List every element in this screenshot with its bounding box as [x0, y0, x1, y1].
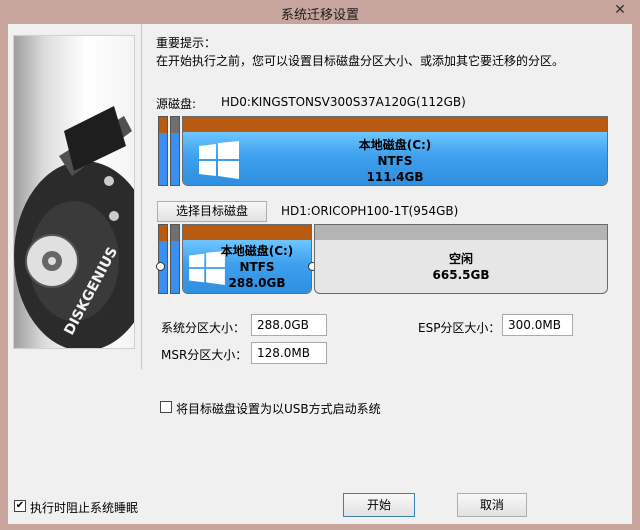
usb-boot-checkbox[interactable]: [160, 401, 172, 413]
target-partition-c[interactable]: 本地磁盘(C:) NTFS 288.0GB: [182, 224, 312, 294]
target-partition-fs: NTFS: [239, 260, 275, 274]
notice-text: 在开始执行之前，您可以设置目标磁盘分区大小、或添加其它要迁移的分区。: [156, 54, 565, 68]
source-partition-name: 本地磁盘(C:): [358, 138, 432, 152]
source-disk-name: HD0:KINGSTONSV300S37A120G(112GB): [221, 95, 466, 109]
free-space-size: 665.5GB: [432, 268, 490, 282]
source-small-partition-1[interactable]: [158, 116, 168, 186]
source-partition-fs: NTFS: [377, 154, 413, 168]
resize-handle-left-icon[interactable]: [156, 262, 165, 271]
prevent-sleep-label[interactable]: 执行时阻止系统睡眠: [30, 499, 138, 516]
system-size-input[interactable]: 288.0GB: [251, 314, 327, 336]
source-disk-map: 本地磁盘(C:) NTFS 111.4GB: [158, 116, 608, 186]
hard-drive-illustration: DISKGENIUS: [14, 106, 134, 348]
target-small-partition-2[interactable]: [170, 224, 180, 294]
msr-size-label: MSR分区大小：: [161, 348, 248, 362]
window-title: 系统迁移设置: [280, 8, 359, 23]
esp-size-label: ESP分区大小：: [418, 321, 501, 335]
select-target-disk-button[interactable]: 选择目标磁盘: [157, 201, 267, 222]
source-partition-c[interactable]: 本地磁盘(C:) NTFS 111.4GB: [182, 116, 608, 186]
prevent-sleep-checkbox[interactable]: ✔: [14, 500, 26, 512]
dialog-body: DISKGENIUS 重要提示： 在开始执行之前，您可以设置目标磁盘分区大小、或…: [8, 24, 632, 524]
target-free-space[interactable]: 空闲 665.5GB: [314, 224, 608, 294]
free-space-name: 空闲: [448, 252, 473, 266]
target-disk-name: HD1:ORICOPH100-1T(954GB): [281, 204, 459, 218]
msr-size-input[interactable]: 128.0MB: [251, 342, 327, 364]
source-disk-label: 源磁盘:: [156, 97, 197, 111]
source-partition-size: 111.4GB: [366, 170, 424, 184]
usb-boot-label[interactable]: 将目标磁盘设置为以USB方式启动系统: [176, 400, 381, 417]
close-button[interactable]: ✕: [600, 0, 640, 22]
source-small-partition-2[interactable]: [170, 116, 180, 186]
vertical-divider: [141, 24, 142, 369]
target-partition-name: 本地磁盘(C:): [220, 244, 294, 258]
system-size-label: 系统分区大小：: [161, 321, 246, 335]
title-bar: 系统迁移设置 ✕: [0, 0, 640, 24]
target-small-partition-1[interactable]: [158, 224, 168, 294]
diskgenius-hard-drive-image: DISKGENIUS: [13, 35, 135, 349]
notice-heading: 重要提示：: [156, 36, 217, 50]
cancel-button[interactable]: 取消: [457, 493, 527, 517]
esp-size-input[interactable]: 300.0MB: [502, 314, 573, 336]
target-disk-map: 本地磁盘(C:) NTFS 288.0GB 空闲 665.5GB: [156, 224, 608, 294]
start-button[interactable]: 开始: [343, 493, 415, 517]
target-partition-size: 288.0GB: [228, 276, 286, 290]
